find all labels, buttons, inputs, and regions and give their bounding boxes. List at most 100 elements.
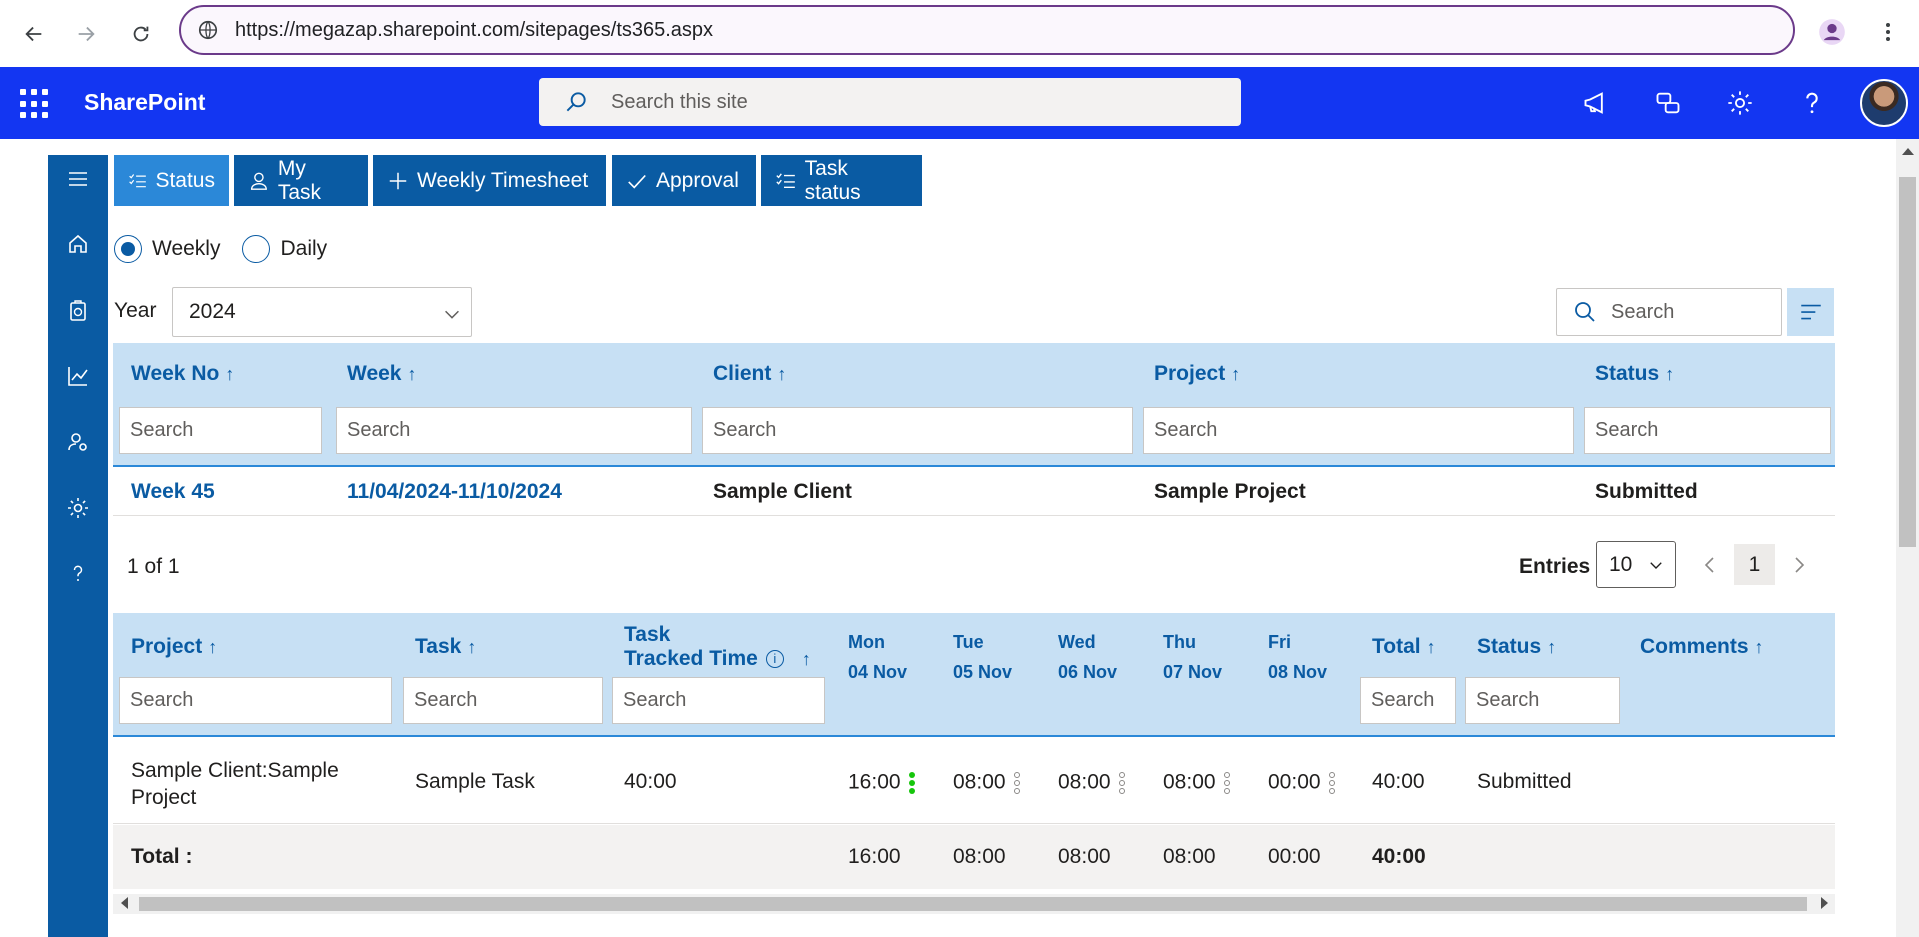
hours-cell-mon[interactable]: 16:00 [848,770,915,796]
help-button[interactable] [1794,85,1830,121]
week-no-filter-input[interactable]: Search [119,407,322,454]
status-filter-input[interactable]: Search [1584,407,1831,454]
tab-status[interactable]: Status [114,155,229,206]
col-task-project[interactable]: Project ↑ [131,635,217,659]
col-tracked-line1: Task [624,623,671,646]
filter-button[interactable] [1787,288,1834,336]
feedback-button[interactable] [1578,85,1614,121]
chevron-down-icon [445,310,459,319]
plus-icon [389,172,407,189]
site-info-icon[interactable] [197,19,219,41]
url-text[interactable]: https://megazap.sharepoint.com/sitepages… [235,19,713,42]
prev-page-icon[interactable] [1698,553,1722,577]
vertical-scroll-thumb[interactable] [1899,177,1916,547]
status-dots-icon[interactable] [1118,770,1125,796]
col-comments[interactable]: Comments ↑ [1640,635,1764,659]
home-icon[interactable] [64,230,92,258]
daily-radio[interactable] [242,235,271,263]
site-search-box[interactable]: Search this site [539,78,1241,126]
page-number-button[interactable]: 1 [1734,544,1775,585]
status-dots-icon[interactable] [1013,770,1020,796]
daily-tracked-filter-input[interactable]: Search [612,677,825,724]
col-client[interactable]: Client ↑ [713,362,786,386]
daily-radio-label[interactable]: Daily [280,237,327,261]
sort-arrow-icon: ↑ [467,637,477,657]
table-row[interactable]: Week 45 11/04/2024-11/10/2024 Sample Cli… [113,467,1835,516]
hours-cell-wed[interactable]: 08:00 [1058,770,1125,796]
horizontal-scrollbar[interactable] [113,894,1835,914]
client-filter-input[interactable]: Search [702,407,1133,454]
address-bar[interactable]: https://megazap.sharepoint.com/sitepages… [179,5,1795,55]
scroll-right-icon[interactable] [1821,897,1828,909]
daily-project-filter-input[interactable]: Search [119,677,392,724]
app-title[interactable]: SharePoint [84,89,205,116]
col-comments-label: Comments [1640,635,1749,658]
entries-dropdown[interactable]: 10 [1596,541,1676,588]
week-no-link[interactable]: Week 45 [131,480,215,504]
help-icon[interactable] [64,560,92,588]
week-filter-input[interactable]: Search [336,407,692,454]
vertical-scrollbar[interactable] [1896,139,1919,937]
settings-button[interactable] [1722,85,1758,121]
daily-status-filter-input[interactable]: Search [1465,677,1620,724]
browser-menu-button[interactable] [1868,12,1908,52]
info-icon[interactable]: i [765,650,784,669]
col-tracked-time[interactable]: Task Tracked Time i ↑ [624,623,811,671]
grid-search-box[interactable]: Search [1556,288,1782,336]
daily-table-header: Project ↑ Task ↑ Task Tracked Time i ↑ Mon 0… [113,613,1835,737]
col-week[interactable]: Week ↑ [347,362,416,386]
daily-project-line1: Sample Client:Sample [131,759,339,782]
person-icon [250,172,267,190]
timesheet-icon[interactable] [64,297,92,325]
site-search-placeholder: Search this site [611,90,748,113]
user-settings-icon[interactable] [64,428,92,456]
weekly-radio[interactable] [114,235,142,263]
daily-total-filter-input[interactable]: Search [1360,677,1456,724]
year-dropdown[interactable]: 2024 [172,287,472,337]
chart-icon[interactable] [64,362,92,390]
col-daily-status[interactable]: Status ↑ [1477,635,1556,659]
next-page-icon[interactable] [1787,553,1811,577]
forward-button[interactable] [66,14,106,54]
week-range-link[interactable]: 11/04/2024-11/10/2024 [347,480,562,504]
hours-cell-fri[interactable]: 00:00 [1268,770,1335,796]
grand-total: 40:00 [1372,845,1426,868]
col-week-no[interactable]: Week No ↑ [131,362,234,386]
back-button[interactable] [14,14,54,54]
status-dots-icon[interactable] [908,770,915,796]
tab-my-task[interactable]: My Task [234,155,368,206]
weekly-table-header: Week No ↑ Week ↑ Client ↑ Project ↑ Status ↑ … [113,343,1835,467]
entries-label: Entries [1519,555,1591,578]
chat-button[interactable] [1650,85,1686,121]
weekly-radio-label[interactable]: Weekly [152,237,220,261]
horizontal-scroll-thumb[interactable] [139,897,1807,911]
status-dots-icon[interactable] [1328,770,1335,796]
profile-button[interactable] [1812,12,1852,52]
daily-total-cell: 40:00 [1372,770,1425,793]
reload-button[interactable] [121,14,161,54]
col-project[interactable]: Project ↑ [1154,362,1240,386]
project-filter-input[interactable]: Search [1143,407,1574,454]
total-fri: 00:00 [1268,845,1321,868]
daily-task-filter-input[interactable]: Search [403,677,603,724]
hamburger-menu-icon[interactable] [64,165,92,193]
settings-icon[interactable] [64,494,92,522]
scroll-up-icon[interactable] [1902,148,1914,155]
scroll-left-icon[interactable] [121,897,128,909]
user-avatar[interactable] [1860,79,1908,127]
total-thu: 08:00 [1163,845,1216,868]
tab-weekly-timesheet[interactable]: Weekly Timesheet [373,155,606,206]
tab-approval[interactable]: Approval [612,155,756,206]
hours-cell-thu[interactable]: 08:00 [1163,770,1230,796]
tab-task-status[interactable]: Task status [761,155,922,206]
status-dots-icon[interactable] [1223,770,1230,796]
col-status[interactable]: Status ↑ [1595,362,1674,386]
day-date: 07 Nov [1163,662,1223,682]
hours-cell-tue[interactable]: 08:00 [953,770,1020,796]
col-status-label: Status [1595,362,1660,385]
table-row[interactable]: Sample Client:Sample Project Sample Task… [113,737,1835,824]
col-task[interactable]: Task ↑ [415,635,476,659]
col-total[interactable]: Total ↑ [1372,635,1436,659]
app-launcher-icon[interactable] [20,89,50,119]
question-icon [1806,92,1818,114]
